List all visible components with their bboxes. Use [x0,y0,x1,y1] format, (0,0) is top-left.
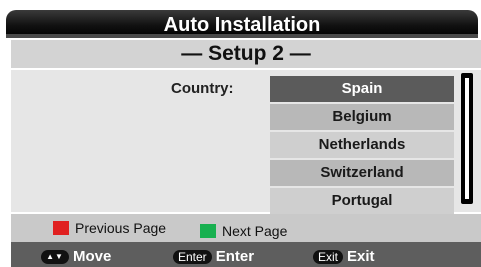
enter-hint: Enter Enter [173,248,254,265]
country-list-scrollbar[interactable] [461,73,473,204]
exit-hint: Exit Exit [313,248,375,265]
green-key-icon [200,224,216,238]
country-option-switzerland[interactable]: Switzerland [270,160,454,186]
country-option-netherlands[interactable]: Netherlands [270,132,454,158]
country-option-belgium[interactable]: Belgium [270,104,454,130]
title-bar: Auto Installation [6,10,478,38]
up-down-arrows-icon: ▲▼ [41,249,69,264]
setup-header: — Setup 2 — [11,40,481,68]
enter-key-icon: Enter [173,249,212,264]
scrollbar-thumb[interactable] [465,78,469,199]
previous-page-hint[interactable]: Previous Page [53,220,166,236]
country-option-portugal[interactable]: Portugal [270,188,454,214]
next-page-hint[interactable]: Next Page [200,223,287,239]
move-hint: ▲▼ Move [41,248,111,265]
next-page-label: Next Page [222,223,288,239]
window-title: Auto Installation [163,14,321,36]
exit-label: Exit [347,248,375,265]
country-list[interactable]: Spain Belgium Netherlands Switzerland Po… [270,76,454,216]
red-key-icon [53,221,69,235]
footer-hints: ▲▼ Move Enter Enter Exit Exit [11,242,481,267]
exit-key-icon: Exit [313,249,344,264]
move-label: Move [73,248,112,265]
country-label: Country: [171,80,234,97]
color-key-legend: Previous Page Next Page [11,214,481,242]
country-option-spain[interactable]: Spain [270,76,454,102]
previous-page-label: Previous Page [75,220,167,236]
enter-label: Enter [215,248,255,265]
country-panel: Country: Spain Belgium Netherlands Switz… [11,70,481,214]
